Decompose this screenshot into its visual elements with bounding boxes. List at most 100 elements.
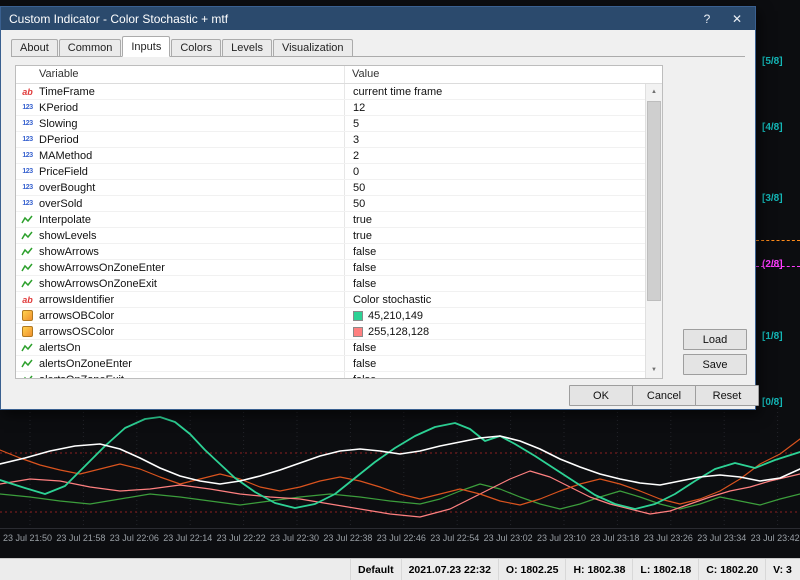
- table-row[interactable]: arrowsOSColor 255,128,128: [16, 324, 645, 340]
- time-axis-label: 23 Jul 22:38: [323, 533, 373, 543]
- time-axis-label: 23 Jul 22:54: [430, 533, 480, 543]
- save-button[interactable]: Save: [683, 354, 747, 375]
- param-name: showArrowsOnZoneEnter: [39, 261, 165, 274]
- help-button[interactable]: ?: [693, 7, 721, 30]
- tab-colors[interactable]: Colors: [171, 39, 222, 56]
- param-value[interactable]: 2: [344, 150, 359, 162]
- title-bar[interactable]: Custom Indicator - Color Stochastic + mt…: [1, 7, 755, 30]
- load-button[interactable]: Load: [683, 329, 747, 350]
- table-row[interactable]: alertsOn false: [16, 340, 645, 356]
- table-row[interactable]: 123 Slowing 5: [16, 116, 645, 132]
- param-value[interactable]: current time frame: [344, 86, 442, 98]
- param-value[interactable]: 3: [344, 134, 359, 146]
- param-value[interactable]: false: [344, 246, 376, 258]
- status-profile[interactable]: Default: [350, 559, 401, 580]
- ok-button[interactable]: OK: [569, 385, 633, 406]
- param-value[interactable]: false: [344, 278, 376, 290]
- param-value[interactable]: true: [344, 214, 372, 226]
- param-value[interactable]: false: [344, 374, 376, 379]
- param-value[interactable]: 50: [344, 198, 365, 210]
- param-type-int-icon: 123: [22, 184, 33, 191]
- param-type-bool-icon: [20, 230, 35, 242]
- status-datetime: 2021.07.23 22:32: [400, 559, 498, 580]
- reset-button[interactable]: Reset: [695, 385, 759, 406]
- param-name: PriceField: [39, 165, 88, 178]
- param-value[interactable]: false: [344, 358, 376, 370]
- param-name: alertsOnZoneEnter: [39, 357, 132, 370]
- param-name: overSold: [39, 197, 83, 210]
- param-value[interactable]: true: [344, 230, 372, 242]
- tab-visualization[interactable]: Visualization: [272, 39, 353, 56]
- param-name: showArrows: [39, 245, 99, 258]
- param-name: KPeriod: [39, 101, 79, 114]
- param-type-bool-icon: [20, 214, 35, 226]
- param-value[interactable]: 50: [344, 182, 365, 194]
- time-axis-label: 23 Jul 23:18: [590, 533, 640, 543]
- param-name: Interpolate: [39, 213, 91, 226]
- time-axis-label: 23 Jul 23:34: [697, 533, 747, 543]
- status-bar: Default 2021.07.23 22:32 O: 1802.25 H: 1…: [0, 558, 800, 580]
- table-row[interactable]: alertsOnZoneExitfalse: [16, 372, 645, 378]
- param-name: DPeriod: [39, 133, 79, 146]
- color-swatch: [353, 310, 363, 321]
- param-type-int-icon: 123: [22, 152, 33, 159]
- param-value[interactable]: 5: [344, 118, 359, 130]
- time-axis-label: 23 Jul 22:30: [270, 533, 320, 543]
- param-value[interactable]: false: [344, 262, 376, 274]
- tab-common[interactable]: Common: [58, 39, 122, 56]
- scroll-up-button[interactable]: ▲: [646, 84, 662, 100]
- close-icon[interactable]: ✕: [723, 7, 751, 30]
- table-row[interactable]: 123 PriceField 0: [16, 164, 645, 180]
- param-value[interactable]: false: [344, 342, 376, 354]
- param-type-int-icon: 123: [22, 104, 33, 111]
- param-value[interactable]: 0: [344, 166, 359, 178]
- table-row[interactable]: showLevels true: [16, 228, 645, 244]
- price-scale-label: [0/8]: [762, 397, 783, 408]
- param-value[interactable]: Color stochastic: [344, 294, 431, 306]
- indicator-pane[interactable]: [0, 408, 800, 528]
- param-type-bool-icon: [20, 262, 35, 274]
- tab-about[interactable]: About: [11, 39, 58, 56]
- table-scrollbar[interactable]: ▲ ▼: [645, 84, 662, 378]
- param-type-bool-icon: [20, 342, 35, 354]
- status-volume: V: 3: [765, 559, 799, 580]
- time-axis: 23 Jul 21:50 23 Jul 21:58 23 Jul 22:06 23 J…: [0, 528, 800, 548]
- table-row[interactable]: showArrowsOnZoneExit false: [16, 276, 645, 292]
- status-low: L: 1802.18: [632, 559, 698, 580]
- table-row[interactable]: ab TimeFrame current time frame: [16, 84, 645, 100]
- time-axis-label: 23 Jul 21:58: [56, 533, 106, 543]
- table-row[interactable]: Interpolate true: [16, 212, 645, 228]
- table-row[interactable]: ab arrowsIdentifier Color stochastic: [16, 292, 645, 308]
- param-name: alertsOn: [39, 341, 81, 354]
- param-type-bool-icon: [20, 246, 35, 258]
- table-row[interactable]: 123 DPeriod 3: [16, 132, 645, 148]
- cancel-button[interactable]: Cancel: [632, 385, 696, 406]
- table-row[interactable]: 123 overSold 50: [16, 196, 645, 212]
- table-row[interactable]: showArrows false: [16, 244, 645, 260]
- table-row[interactable]: 123 overBought 50: [16, 180, 645, 196]
- table-row[interactable]: 123 MAMethod 2: [16, 148, 645, 164]
- param-value[interactable]: 12: [344, 102, 365, 114]
- tab-inputs[interactable]: Inputs: [122, 36, 171, 57]
- param-name: showLevels: [39, 229, 97, 242]
- param-type-int-icon: 123: [22, 168, 33, 175]
- param-value[interactable]: 255,128,128: [344, 326, 429, 338]
- scrollbar-thumb[interactable]: [647, 101, 661, 301]
- param-name: TimeFrame: [39, 85, 95, 98]
- tab-levels[interactable]: Levels: [222, 39, 272, 56]
- param-type-text-icon: ab: [22, 86, 33, 97]
- table-row[interactable]: showArrowsOnZoneEnter false: [16, 260, 645, 276]
- table-row[interactable]: alertsOnZoneEnter false: [16, 356, 645, 372]
- param-type-bool-icon: [20, 278, 35, 290]
- param-name: arrowsOSColor: [39, 325, 115, 338]
- table-row[interactable]: 123 KPeriod 12: [16, 100, 645, 116]
- status-spacer: [0, 559, 350, 580]
- price-scale-label: [5/8]: [762, 56, 783, 67]
- table-row[interactable]: arrowsOBColor 45,210,149: [16, 308, 645, 324]
- price-scale: [5/8] [4/8] [3/8] (2/8] [1/8] [0/8]: [756, 0, 800, 556]
- price-scale-label: (2/8]: [762, 259, 783, 270]
- status-open: O: 1802.25: [497, 559, 566, 580]
- param-value[interactable]: 45,210,149: [344, 310, 423, 322]
- table-rows: ab TimeFrame current time frame 123 KPeriod 1…: [16, 84, 645, 378]
- scroll-down-button[interactable]: ▼: [646, 362, 662, 378]
